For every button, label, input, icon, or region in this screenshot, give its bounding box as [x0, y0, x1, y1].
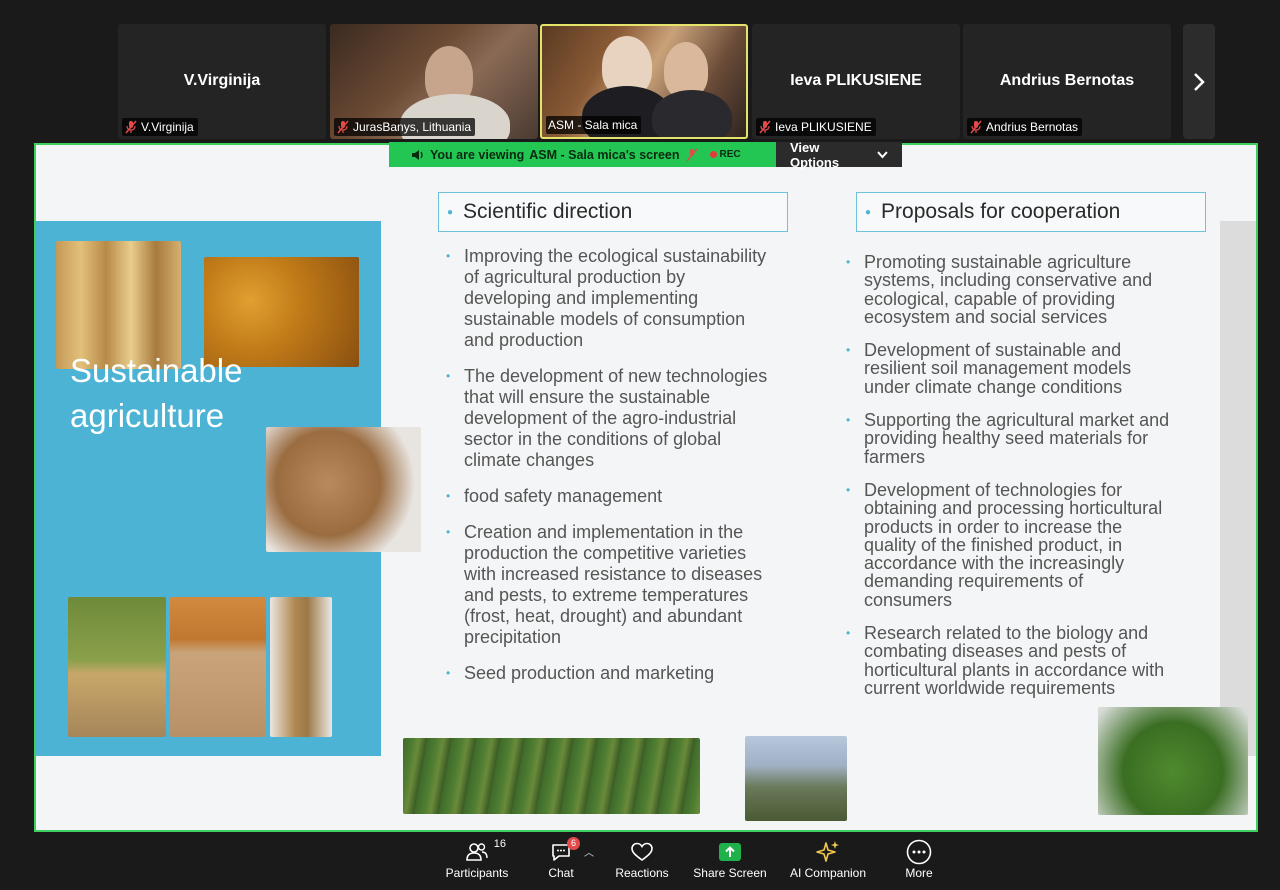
slide-right-accent — [1220, 221, 1256, 756]
gallery-next-button[interactable] — [1183, 24, 1215, 139]
participant-name: V.Virginija — [183, 72, 261, 89]
participant-label: Andrius Bernotas — [967, 118, 1083, 136]
list-item: Development of technologies for obtainin… — [846, 481, 1176, 609]
list-item: Seed production and marketing — [446, 663, 776, 684]
list-item: Supporting the agricultural market and p… — [846, 411, 1176, 466]
bread-and-seeds-image — [170, 597, 266, 737]
participant-tile-asm-sala-mica[interactable]: ASM - Sala mica — [540, 24, 748, 139]
shared-screen: Sustainable agriculture ● Scientific dir… — [34, 143, 1258, 832]
wheat-stalks-image — [270, 597, 332, 737]
field-crops-image — [403, 738, 700, 814]
more-icon — [906, 839, 932, 865]
chevron-right-icon — [1194, 72, 1205, 91]
slide-title: Sustainable agriculture — [70, 352, 243, 434]
chevron-down-icon — [877, 150, 888, 158]
orchard-image — [745, 736, 847, 821]
participant-tile-jurasbanys[interactable]: JurasBanys, Lithuania — [330, 24, 538, 139]
sparkle-icon — [816, 841, 839, 862]
mic-muted-icon — [759, 120, 771, 134]
proposals-list: Promoting sustainable agriculture system… — [846, 253, 1176, 712]
view-options-button[interactable]: View Options — [776, 140, 902, 170]
mic-muted-icon — [125, 120, 137, 134]
participant-label: JurasBanys, Lithuania — [334, 118, 476, 136]
participant-name: Andrius Bernotas — [999, 72, 1135, 89]
participant-name: Ieva PLIKUSIENE — [790, 72, 922, 89]
bullet-icon: ● — [865, 206, 872, 218]
scientific-direction-list: Improving the ecological sustainability … — [446, 246, 776, 699]
list-item: food safety management — [446, 486, 776, 507]
reactions-button[interactable]: Reactions — [612, 834, 672, 890]
video-gallery-strip: V.Virginija V.Virginija JurasBanys, Lith… — [0, 0, 1280, 142]
participants-icon — [466, 843, 488, 861]
chat-button[interactable]: 6 ︿ Chat — [536, 834, 594, 890]
heart-icon — [631, 842, 653, 861]
more-button[interactable]: More — [896, 834, 942, 890]
mic-muted-icon — [970, 120, 982, 134]
meeting-toolbar: 16 Participants 6 ︿ Chat Reactions Share… — [0, 834, 1280, 890]
list-item: Development of sustainable and resilient… — [846, 341, 1176, 396]
participant-tile-andrius[interactable]: Andrius Bernotas Andrius Bernotas — [963, 24, 1171, 139]
mic-muted-icon — [337, 120, 349, 134]
record-dot-icon — [709, 151, 717, 158]
wheat-field-image — [68, 597, 166, 737]
share-screen-button[interactable]: Share Screen — [692, 834, 768, 890]
list-item: The development of new technologies that… — [446, 366, 776, 471]
chevron-up-icon[interactable]: ︿ — [584, 844, 594, 859]
share-screen-icon — [719, 843, 741, 861]
list-item: Creation and implementation in the produ… — [446, 522, 776, 648]
participant-label: ASM - Sala mica — [546, 116, 642, 134]
bullet-icon: ● — [447, 206, 454, 218]
scientific-direction-header: ● Scientific direction — [438, 192, 788, 232]
recording-indicator: REC — [709, 149, 741, 160]
participant-label: V.Virginija — [122, 118, 198, 136]
participants-count: 16 — [493, 838, 506, 850]
participant-tile-virginija[interactable]: V.Virginija V.Virginija — [118, 24, 326, 139]
participants-button[interactable]: 16 Participants — [444, 834, 510, 890]
chat-unread-badge: 6 — [566, 837, 580, 850]
ai-companion-button[interactable]: AI Companion — [786, 834, 870, 890]
screen-share-banner: You are viewing ASM - Sala mica's screen… — [389, 140, 902, 170]
participant-label: Ieva PLIKUSIENE — [756, 118, 876, 136]
list-item: Research related to the biology and comb… — [846, 624, 1176, 697]
greenhouse-plants-image — [1098, 707, 1248, 815]
viewing-indicator: You are viewing ASM - Sala mica's screen… — [389, 142, 776, 167]
mic-muted-icon — [685, 148, 698, 161]
speaker-icon — [412, 149, 423, 160]
list-item: Promoting sustainable agriculture system… — [846, 253, 1176, 326]
participant-video-body — [652, 90, 732, 137]
list-item: Improving the ecological sustainability … — [446, 246, 776, 351]
proposals-header: ● Proposals for cooperation — [856, 192, 1206, 232]
participant-tile-ieva[interactable]: Ieva PLIKUSIENE Ieva PLIKUSIENE — [752, 24, 960, 139]
biscuits-image — [266, 427, 421, 552]
